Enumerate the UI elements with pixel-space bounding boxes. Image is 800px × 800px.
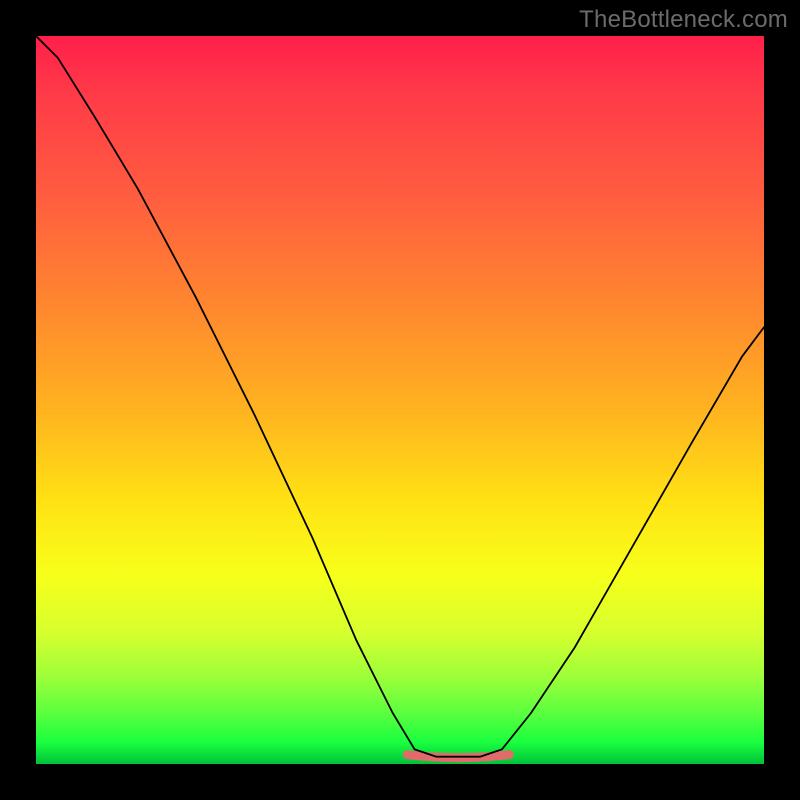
curve-layer <box>36 36 764 764</box>
plot-area <box>36 36 764 764</box>
chart-frame: TheBottleneck.com <box>0 0 800 800</box>
highlight-floor <box>407 755 509 758</box>
watermark-text: TheBottleneck.com <box>579 6 788 34</box>
bottleneck-curve <box>36 36 764 757</box>
